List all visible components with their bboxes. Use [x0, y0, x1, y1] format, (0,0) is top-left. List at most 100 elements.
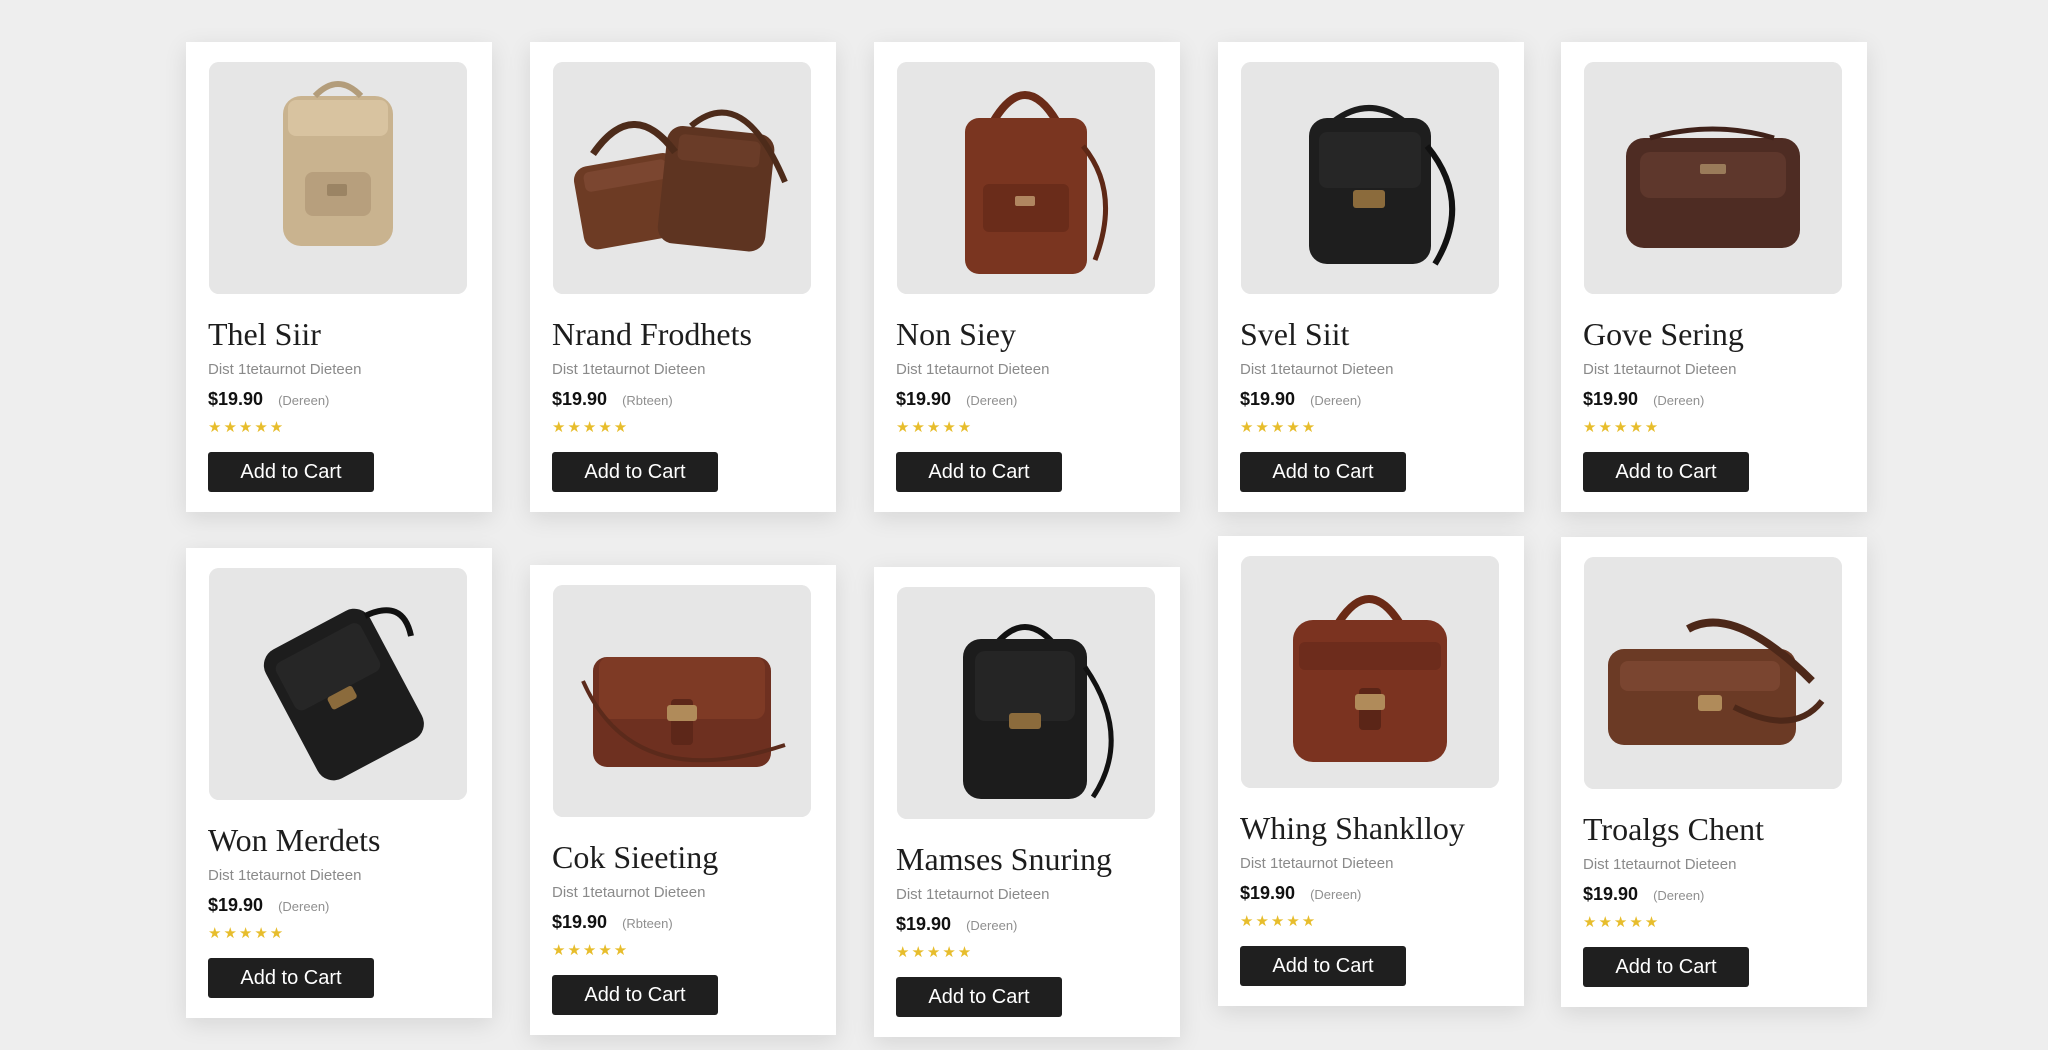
product-card[interactable]: Nrand Frodhets Dist 1tetaurnot Dieteen $…	[530, 42, 836, 512]
messenger-bag-icon	[553, 62, 811, 294]
price-value: $19.90	[896, 389, 952, 409]
product-title: Won Merdets	[208, 822, 381, 858]
product-card[interactable]: Won Merdets Dist 1tetaurnot Dieteen $19.…	[186, 548, 492, 1018]
product-price: $19.90 (Dereen)	[896, 913, 1017, 937]
product-price: $19.90 (Dereen)	[208, 388, 329, 412]
price-note: (Rbteen)	[622, 393, 673, 408]
price-value: $19.90	[208, 895, 264, 915]
product-card[interactable]: Thel Siir Dist 1tetaurnot Dieteen $19.90…	[186, 42, 492, 512]
satchel-bag-icon	[553, 585, 811, 817]
product-title: Non Siey	[896, 316, 1016, 352]
price-note: (Dereen)	[966, 393, 1018, 408]
rating-stars-icon: ★★★★★	[552, 942, 630, 959]
duffel-bag-icon	[1241, 556, 1499, 788]
price-note: (Rbteen)	[622, 916, 673, 931]
backpack-icon	[209, 62, 467, 294]
rating-stars-icon: ★★★★★	[1583, 419, 1661, 436]
product-title: Troalgs Chent	[1583, 811, 1765, 847]
product-subtitle: Dist 1tetaurnot Dieteen	[552, 361, 706, 378]
add-to-cart-button[interactable]: Add to Cart	[208, 958, 374, 998]
product-image[interactable]	[209, 62, 467, 294]
backpack-icon	[209, 568, 467, 800]
price-note: (Dereen)	[1653, 888, 1705, 903]
product-title: Thel Siir	[208, 316, 321, 352]
product-card[interactable]: Whing Shanklloy Dist 1tetaurnot Dieteen …	[1218, 536, 1524, 1006]
product-title: Mamses Snuring	[896, 841, 1112, 877]
product-title: Nrand Frodhets	[552, 316, 752, 352]
rating-stars-icon: ★★★★★	[1240, 419, 1318, 436]
rating-stars-icon: ★★★★★	[896, 944, 974, 961]
product-price: $19.90 (Rbteen)	[552, 388, 673, 412]
add-to-cart-button[interactable]: Add to Cart	[896, 977, 1062, 1017]
product-card[interactable]: Svel Siit Dist 1tetaurnot Dieteen $19.90…	[1218, 42, 1524, 512]
rating-stars-icon: ★★★★★	[208, 925, 286, 942]
product-subtitle: Dist 1tetaurnot Dieteen	[208, 867, 362, 884]
rating-stars-icon: ★★★★★	[552, 419, 630, 436]
add-to-cart-button[interactable]: Add to Cart	[1583, 947, 1749, 987]
price-value: $19.90	[1240, 389, 1296, 409]
product-price: $19.90 (Dereen)	[896, 388, 1017, 412]
rating-stars-icon: ★★★★★	[208, 419, 286, 436]
product-price: $19.90 (Dereen)	[208, 894, 329, 918]
price-note: (Dereen)	[1653, 393, 1705, 408]
rating-stars-icon: ★★★★★	[1240, 913, 1318, 930]
price-value: $19.90	[208, 389, 264, 409]
product-image[interactable]	[1241, 556, 1499, 788]
price-value: $19.90	[896, 914, 952, 934]
price-note: (Dereen)	[1310, 393, 1362, 408]
add-to-cart-button[interactable]: Add to Cart	[552, 975, 718, 1015]
product-subtitle: Dist 1tetaurnot Dieteen	[1583, 856, 1737, 873]
price-note: (Dereen)	[278, 393, 330, 408]
add-to-cart-button[interactable]: Add to Cart	[1240, 946, 1406, 986]
price-value: $19.90	[1583, 389, 1639, 409]
product-card[interactable]: Non Siey Dist 1tetaurnot Dieteen $19.90 …	[874, 42, 1180, 512]
price-note: (Dereen)	[1310, 887, 1362, 902]
product-subtitle: Dist 1tetaurnot Dieteen	[1583, 361, 1737, 378]
add-to-cart-button[interactable]: Add to Cart	[208, 452, 374, 492]
backpack-icon	[897, 587, 1155, 819]
product-card[interactable]: Gove Sering Dist 1tetaurnot Dieteen $19.…	[1561, 42, 1867, 512]
price-value: $19.90	[1583, 884, 1639, 904]
product-image[interactable]	[209, 568, 467, 800]
product-subtitle: Dist 1tetaurnot Dieteen	[1240, 361, 1394, 378]
rating-stars-icon: ★★★★★	[896, 419, 974, 436]
tote-bag-icon	[897, 62, 1155, 294]
product-price: $19.90 (Rbteen)	[552, 911, 673, 935]
add-to-cart-button[interactable]: Add to Cart	[896, 452, 1062, 492]
price-value: $19.90	[1240, 883, 1296, 903]
product-subtitle: Dist 1tetaurnot Dieteen	[896, 361, 1050, 378]
product-title: Svel Siit	[1240, 316, 1350, 352]
product-price: $19.90 (Dereen)	[1583, 883, 1704, 907]
price-note: (Dereen)	[966, 918, 1018, 933]
price-value: $19.90	[552, 389, 608, 409]
add-to-cart-button[interactable]: Add to Cart	[1240, 452, 1406, 492]
product-price: $19.90 (Dereen)	[1240, 388, 1361, 412]
product-image[interactable]	[553, 62, 811, 294]
price-value: $19.90	[552, 912, 608, 932]
product-title: Whing Shanklloy	[1240, 810, 1465, 846]
product-card[interactable]: Troalgs Chent Dist 1tetaurnot Dieteen $1…	[1561, 537, 1867, 1007]
product-title: Gove Sering	[1583, 316, 1744, 352]
product-card[interactable]: Mamses Snuring Dist 1tetaurnot Dieteen $…	[874, 567, 1180, 1037]
product-price: $19.90 (Dereen)	[1240, 882, 1361, 906]
product-image[interactable]	[897, 62, 1155, 294]
backpack-icon	[1241, 62, 1499, 294]
product-image[interactable]	[897, 587, 1155, 819]
product-subtitle: Dist 1tetaurnot Dieteen	[208, 361, 362, 378]
messenger-bag-icon	[1584, 557, 1842, 789]
product-image[interactable]	[1241, 62, 1499, 294]
add-to-cart-button[interactable]: Add to Cart	[552, 452, 718, 492]
product-card[interactable]: Cok Sieeting Dist 1tetaurnot Dieteen $19…	[530, 565, 836, 1035]
product-image[interactable]	[1584, 62, 1842, 294]
add-to-cart-button[interactable]: Add to Cart	[1583, 452, 1749, 492]
product-image[interactable]	[1584, 557, 1842, 789]
product-price: $19.90 (Dereen)	[1583, 388, 1704, 412]
product-subtitle: Dist 1tetaurnot Dieteen	[896, 886, 1050, 903]
crossbody-bag-icon	[1584, 62, 1842, 294]
product-image[interactable]	[553, 585, 811, 817]
price-note: (Dereen)	[278, 899, 330, 914]
product-subtitle: Dist 1tetaurnot Dieteen	[552, 884, 706, 901]
rating-stars-icon: ★★★★★	[1583, 914, 1661, 931]
product-subtitle: Dist 1tetaurnot Dieteen	[1240, 855, 1394, 872]
product-title: Cok Sieeting	[552, 839, 719, 875]
